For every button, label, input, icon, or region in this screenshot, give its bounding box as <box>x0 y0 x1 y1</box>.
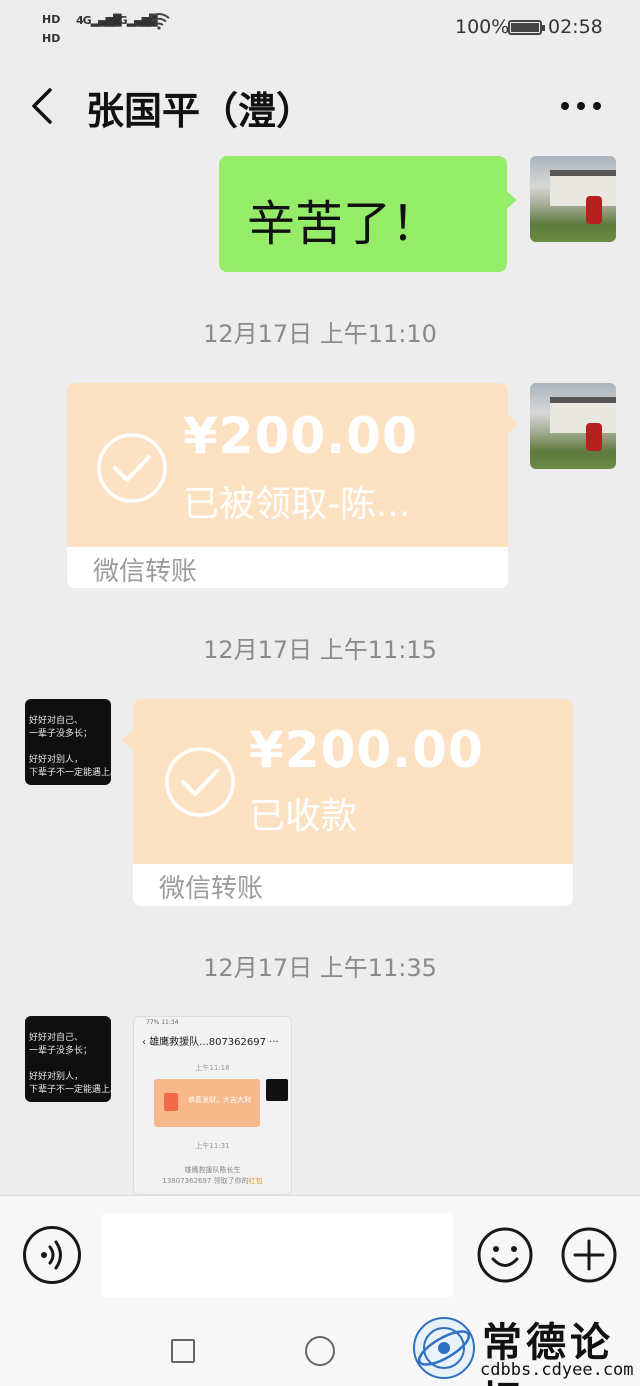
message-input[interactable] <box>101 1213 453 1297</box>
screenshot-title: ‹ 雄鹰救援队...807362697 ··· <box>142 1037 279 1048</box>
bubble-pointer <box>121 730 133 750</box>
message-bubble-sent[interactable]: 辛苦了！ <box>219 156 517 272</box>
screenshot-red-packet: 恭喜发财，大吉大利 <box>154 1079 260 1127</box>
transfer-card-sent[interactable]: ¥200.00 已被领取-陈... 微信转账 <box>67 383 508 588</box>
red-packet-icon <box>164 1093 178 1111</box>
transfer-status: 已被领取-陈... <box>183 484 411 525</box>
battery-icon <box>508 20 545 35</box>
contact-avatar[interactable]: 好好对自己、 一辈子没多长； 好好对别人， 下辈子不一定能遇上。 <box>25 699 111 785</box>
bubble-pointer <box>507 414 519 434</box>
contact-avatar[interactable]: 好好对自己、 一辈子没多长； 好好对别人， 下辈子不一定能遇上。 <box>25 1016 111 1102</box>
screenshot-timestamp: 上午11:18 <box>195 1064 230 1072</box>
transfer-amount: ¥200.00 <box>249 721 484 779</box>
image-message[interactable]: 77% 11:34 ‹ 雄鹰救援队...807362697 ··· 上午11:1… <box>133 1016 292 1195</box>
transfer-footer-label: 微信转账 <box>93 557 198 587</box>
timestamp: 12月17日 上午11:10 <box>203 320 437 348</box>
screenshot-avatar <box>266 1079 288 1101</box>
screenshot-timestamp: 上午11:31 <box>195 1142 230 1150</box>
check-circle-icon <box>97 433 167 503</box>
home-button[interactable] <box>305 1336 335 1366</box>
back-arrow-icon[interactable] <box>28 86 58 126</box>
transfer-amount: ¥200.00 <box>183 407 418 465</box>
timestamp: 12月17日 上午11:15 <box>203 636 437 664</box>
emoji-icon[interactable] <box>476 1226 534 1284</box>
more-options-icon[interactable] <box>556 86 606 126</box>
chat-title: 张国平（澧） <box>86 89 315 133</box>
voice-input-button[interactable] <box>23 1226 81 1284</box>
transfer-footer-label: 微信转账 <box>159 874 264 904</box>
voice-icon <box>41 1240 62 1270</box>
check-circle-icon <box>165 747 235 817</box>
input-bar <box>0 1195 640 1312</box>
my-avatar[interactable] <box>530 156 616 242</box>
chat-header: 张国平（澧） <box>0 56 640 156</box>
watermark-url: cdbbs.cdyee.com <box>480 1360 634 1380</box>
transfer-card-received[interactable]: ¥200.00 已收款 微信转账 <box>133 699 573 906</box>
status-bar: HD HD 4G▂▄▆█ 4G▂▄▆█ 100% 02:58 <box>0 0 640 56</box>
message-text: 辛苦了！ <box>247 196 440 252</box>
screenshot-note: 雄鹰救援队陈长生 13807362697 领取了你的红包 <box>162 1166 263 1185</box>
watermark-logo <box>413 1317 475 1379</box>
my-avatar[interactable] <box>530 383 616 469</box>
timestamp: 12月17日 上午11:35 <box>203 954 437 982</box>
transfer-status: 已收款 <box>249 796 358 837</box>
screenshot-status-bar: 77% 11:34 <box>146 1019 179 1026</box>
wifi-icon <box>148 13 170 30</box>
battery-percent: 100% <box>455 16 510 38</box>
plus-icon[interactable] <box>560 1226 618 1284</box>
clock: 02:58 <box>548 16 603 38</box>
hd-indicator: HD HD <box>42 13 61 45</box>
recent-apps-button[interactable] <box>171 1339 195 1363</box>
